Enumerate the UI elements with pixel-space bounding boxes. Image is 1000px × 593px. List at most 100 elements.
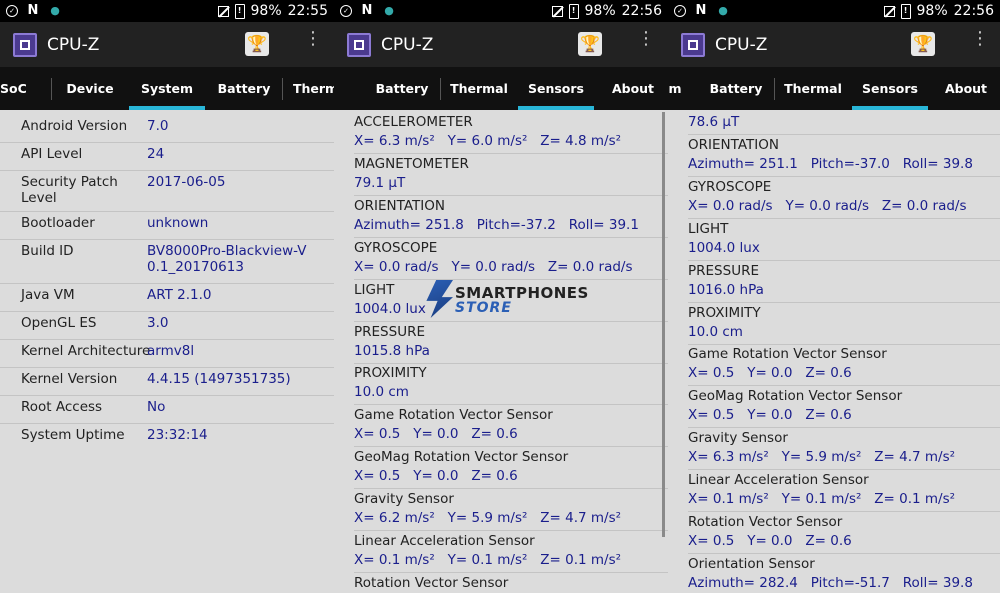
sensor-item: Orientation Sensor Azimuth= 282.4 Pitch=… [688, 555, 1000, 593]
sensor-item: GeoMag Rotation Vector Sensor X= 0.5 Y= … [354, 448, 668, 489]
trophy-icon[interactable]: 🏆 [578, 32, 602, 56]
clock: 22:55 [287, 3, 328, 19]
clock: 22:56 [953, 3, 994, 19]
battery-percent: 98% [250, 3, 282, 19]
status-bar: ✓ N ● ! 98% 22:56 [668, 0, 1000, 22]
sensor-name: LIGHT [688, 221, 729, 237]
sensor-name: PRESSURE [354, 324, 425, 340]
cpu-chip-icon [347, 32, 371, 57]
screen-panel-system: ✓ N ● ! 98% 22:55 CPU-Z 🏆 ⋮ SoC Device S… [0, 0, 334, 593]
watermark-line2: STORE [455, 300, 512, 316]
sensor-item: Rotation Vector Sensor X= 0.5 Y= 0.0 Z= … [688, 513, 1000, 554]
tab-soc[interactable]: SoC [0, 67, 27, 110]
tab-battery[interactable]: Battery [698, 67, 774, 110]
tab-thermal[interactable]: Thermm [284, 67, 334, 110]
drop-icon: ● [718, 4, 728, 17]
trophy-icon[interactable]: 🏆 [911, 32, 935, 56]
info-row: Root Access No [0, 396, 334, 424]
info-key: Security Patch Level [21, 174, 118, 206]
sensor-value: Azimuth= 282.4 Pitch=-51.7 Roll= 39.8 [688, 575, 973, 591]
sensor-item: ACCELEROMETER X= 6.3 m/s² Y= 6.0 m/s² Z=… [354, 113, 668, 154]
sensor-item: PRESSURE 1015.8 hPa [354, 323, 668, 364]
sensor-value: X= 6.3 m/s² Y= 5.9 m/s² Z= 4.7 m/s² [688, 449, 956, 465]
status-bar: ✓ N ● ! 98% 22:56 [334, 0, 668, 22]
sensor-name: ACCELEROMETER [354, 114, 473, 130]
sensor-name: GeoMag Rotation Vector Sensor [354, 449, 569, 465]
app-title: CPU-Z [381, 34, 434, 55]
sensor-value: 1016.0 hPa [688, 282, 764, 298]
trophy-icon[interactable]: 🏆 [245, 32, 269, 56]
scrollbar[interactable] [662, 112, 665, 537]
info-value: ART 2.1.0 [147, 287, 212, 303]
tab-bar: m Battery Thermal Sensors About [668, 67, 1000, 110]
sensor-value: 10.0 cm [354, 384, 409, 400]
tab-system[interactable]: System [129, 67, 205, 110]
status-bar: ✓ N ● ! 98% 22:55 [0, 0, 334, 22]
notification-n-icon: N [361, 3, 373, 18]
sensor-name: Gravity Sensor [688, 430, 788, 446]
tab-bar: Battery Thermal Sensors About [334, 67, 668, 110]
sensor-value: 10.0 cm [688, 324, 743, 340]
tab-battery[interactable]: Battery [364, 67, 440, 110]
overflow-menu-icon[interactable]: ⋮ [971, 30, 989, 56]
tab-device[interactable]: Device [52, 67, 128, 110]
info-row: Build ID BV8000Pro-Blackview-V0.1_201706… [0, 240, 334, 284]
info-key: Android Version [21, 118, 128, 134]
tab-system-partial[interactable]: m [668, 67, 682, 110]
tab-thermal[interactable]: Thermal [441, 67, 517, 110]
sensor-value: X= 0.1 m/s² Y= 0.1 m/s² Z= 0.1 m/s² [688, 491, 956, 507]
tab-thermal[interactable]: Thermal [775, 67, 851, 110]
overflow-menu-icon[interactable]: ⋮ [304, 30, 322, 56]
sensor-value: X= 6.2 m/s² Y= 5.9 m/s² Z= 4.7 m/s² [354, 510, 622, 526]
sensor-item: Game Rotation Vector Sensor X= 0.5 Y= 0.… [354, 406, 668, 447]
battery-percent: 98% [916, 3, 948, 19]
info-key: Build ID [21, 243, 74, 259]
tab-sensors[interactable]: Sensors [852, 67, 928, 110]
tab-about[interactable]: About [595, 67, 668, 110]
tab-about[interactable]: About [928, 67, 1000, 110]
sensor-value: X= 0.0 rad/s Y= 0.0 rad/s Z= 0.0 rad/s [354, 259, 633, 275]
battery-icon: ! [568, 3, 579, 19]
tab-battery[interactable]: Battery [206, 67, 282, 110]
sensor-value: X= 0.1 m/s² Y= 0.1 m/s² Z= 0.1 m/s² [354, 552, 622, 568]
sensor-item: MAGNETOMETER 79.1 µT [354, 155, 668, 196]
info-value: unknown [147, 215, 209, 231]
sensor-item: ORIENTATION Azimuth= 251.8 Pitch=-37.2 R… [354, 197, 668, 238]
tab-sensors[interactable]: Sensors [518, 67, 594, 110]
sensor-value: Azimuth= 251.8 Pitch=-37.2 Roll= 39.1 [354, 217, 639, 233]
sensor-item: Rotation Vector Sensor [354, 574, 668, 593]
sensor-name: Game Rotation Vector Sensor [354, 407, 553, 423]
sensor-name: ORIENTATION [688, 137, 779, 153]
lightning-logo-icon [426, 280, 453, 318]
cpu-chip-icon [681, 32, 705, 57]
sensor-value: X= 0.5 Y= 0.0 Z= 0.6 [354, 426, 518, 442]
sensor-value: 79.1 µT [354, 175, 406, 191]
info-key: OpenGL ES [21, 315, 97, 331]
sensor-list: 78.6 µT ORIENTATION Azimuth= 251.1 Pitch… [668, 110, 1000, 593]
sensor-name: GeoMag Rotation Vector Sensor [688, 388, 903, 404]
info-row: Java VM ART 2.1.0 [0, 284, 334, 312]
sensor-name: Rotation Vector Sensor [688, 514, 843, 530]
sensor-item: PRESSURE 1016.0 hPa [688, 262, 1000, 303]
info-key: Bootloader [21, 215, 95, 231]
screen-panel-sensors-2: ✓ N ● ! 98% 22:56 CPU-Z 🏆 ⋮ m Battery Th… [668, 0, 1000, 593]
app-bar: CPU-Z 🏆 ⋮ [668, 22, 1000, 67]
notification-n-icon: N [27, 3, 39, 18]
overflow-menu-icon[interactable]: ⋮ [637, 30, 655, 56]
sync-icon: ✓ [674, 5, 686, 17]
sensor-name: ORIENTATION [354, 198, 445, 214]
sensor-name: GYROSCOPE [354, 240, 438, 256]
sensor-item: LIGHT 1004.0 lux [688, 220, 1000, 261]
sensor-name: GYROSCOPE [688, 179, 772, 195]
sensor-item: Linear Acceleration Sensor X= 0.1 m/s² Y… [354, 532, 668, 573]
sensor-item: GeoMag Rotation Vector Sensor X= 0.5 Y= … [688, 387, 1000, 428]
sync-icon: ✓ [6, 5, 18, 17]
sensor-item: GYROSCOPE X= 0.0 rad/s Y= 0.0 rad/s Z= 0… [688, 178, 1000, 219]
sensor-value: 78.6 µT [688, 114, 740, 130]
sensor-name: Rotation Vector Sensor [354, 575, 509, 591]
drop-icon: ● [384, 4, 394, 17]
info-value: 4.4.15 (1497351735) [147, 371, 291, 387]
sensor-item: ORIENTATION Azimuth= 251.1 Pitch=-37.0 R… [688, 136, 1000, 177]
sensor-name: Gravity Sensor [354, 491, 454, 507]
smartphones-store-watermark: SMARTPHONES STORE [425, 280, 588, 318]
